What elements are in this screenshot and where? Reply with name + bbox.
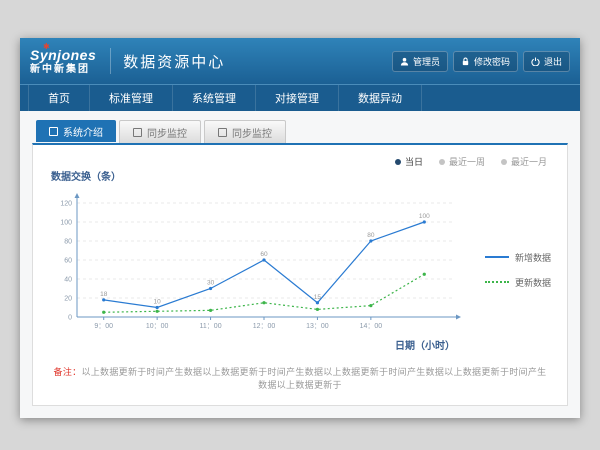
page-title: 数据资源中心 — [110, 48, 225, 74]
tab-icon — [218, 128, 227, 137]
svg-text:15: 15 — [314, 294, 322, 301]
svg-text:40: 40 — [64, 277, 72, 284]
tab-label: 同步监控 — [147, 125, 187, 140]
chart-row: 0 20 40 60 80 100 120 9：00 10：00 11：00 12：00 13：00 1… — [47, 187, 553, 352]
logo-star-icon: ✱ — [43, 43, 50, 51]
tab-label: 同步监控 — [232, 125, 272, 140]
svg-text:11：00: 11：00 — [200, 323, 222, 330]
solid-line-icon — [485, 256, 509, 258]
filter-label: 当日 — [405, 155, 423, 168]
x-axis-title: 日期（小时） — [47, 337, 455, 352]
svg-text:10：00: 10：00 — [146, 323, 169, 330]
nav-item-system-mgmt[interactable]: 系统管理 — [173, 85, 256, 111]
logout-label: 退出 — [544, 55, 562, 68]
legend-label: 新增数据 — [515, 251, 551, 264]
nav-item-data-change[interactable]: 数据异动 — [339, 85, 422, 111]
remark-label: 备注： — [54, 367, 82, 377]
tab-sync-monitor-2[interactable]: 同步监控 — [204, 120, 286, 143]
svg-text:60: 60 — [64, 258, 72, 265]
change-password-button[interactable]: 修改密码 — [453, 51, 518, 72]
tab-system-intro[interactable]: 系统介绍 — [36, 120, 116, 142]
dotted-line-icon — [485, 281, 509, 283]
svg-text:9：00: 9：00 — [94, 323, 113, 330]
tab-bar: 系统介绍 同步监控 同步监控 — [32, 120, 568, 143]
svg-text:100: 100 — [419, 213, 430, 220]
legend-item-new-data: 新增数据 — [485, 251, 551, 264]
svg-text:60: 60 — [260, 251, 268, 258]
legend-label: 更新数据 — [515, 276, 551, 289]
tab-sync-monitor-1[interactable]: 同步监控 — [119, 120, 201, 143]
content-area: 系统介绍 同步监控 同步监控 当日 最近一周 — [20, 111, 580, 418]
y-axis-title: 数据交换（条） — [51, 168, 553, 183]
bullet-icon — [439, 159, 445, 165]
svg-text:13：00: 13：00 — [306, 323, 329, 330]
chart-column: 0 20 40 60 80 100 120 9：00 10：00 11：00 12：00 13：00 1… — [47, 187, 469, 352]
remark-note: 备注：以上数据更新于时间产生数据以上数据更新于时间产生数据以上数据更新于时间产生… — [47, 359, 553, 397]
range-filter-legend: 当日 最近一周 最近一月 — [47, 155, 547, 168]
tab-label: 系统介绍 — [63, 124, 103, 139]
app-header: ✱ Synjones 新中新集团 数据资源中心 管理员 修改密码 退出 — [20, 38, 580, 84]
tab-icon — [49, 127, 58, 136]
company-logo: ✱ Synjones 新中新集团 — [30, 48, 96, 75]
svg-text:10: 10 — [154, 299, 162, 306]
svg-text:0: 0 — [68, 315, 72, 322]
svg-text:12：00: 12：00 — [253, 323, 276, 330]
nav-item-connection-mgmt[interactable]: 对接管理 — [256, 85, 339, 111]
svg-text:20: 20 — [64, 296, 72, 303]
admin-user-label: 管理员 — [413, 55, 440, 68]
logo-text: Synjones — [30, 48, 96, 62]
bullet-icon — [395, 159, 401, 165]
svg-text:18: 18 — [100, 291, 108, 298]
admin-user-button[interactable]: 管理员 — [392, 51, 448, 72]
filter-today[interactable]: 当日 — [395, 155, 423, 168]
svg-text:80: 80 — [367, 232, 375, 239]
svg-text:30: 30 — [207, 280, 215, 287]
svg-text:14：00: 14：00 — [360, 323, 383, 330]
svg-text:100: 100 — [60, 220, 72, 227]
bullet-icon — [501, 159, 507, 165]
legend-item-updated-data: 更新数据 — [485, 276, 551, 289]
filter-label: 最近一月 — [511, 155, 547, 168]
logo-subtitle: 新中新集团 — [30, 65, 96, 75]
chart-panel: 当日 最近一周 最近一月 数据交换（条） 0 20 40 60 80 100 120 9：00… — [32, 143, 568, 406]
nav-item-home[interactable]: 首页 — [28, 85, 90, 111]
chart-svg: 0 20 40 60 80 100 120 9：00 10：00 11：00 12：00 13：00 1… — [47, 187, 467, 337]
change-password-label: 修改密码 — [474, 55, 510, 68]
tab-icon — [133, 128, 142, 137]
svg-text:80: 80 — [64, 239, 72, 246]
filter-last-week[interactable]: 最近一周 — [439, 155, 485, 168]
app-window: ✱ Synjones 新中新集团 数据资源中心 管理员 修改密码 退出 首页 — [20, 38, 580, 418]
series-legend: 新增数据 更新数据 — [485, 251, 551, 289]
nav-item-standard-mgmt[interactable]: 标准管理 — [90, 85, 173, 111]
logout-button[interactable]: 退出 — [523, 51, 570, 72]
lock-icon — [461, 57, 470, 66]
user-icon — [400, 57, 409, 66]
main-nav: 首页 标准管理 系统管理 对接管理 数据异动 — [20, 84, 580, 111]
filter-last-month[interactable]: 最近一月 — [501, 155, 547, 168]
remark-text: 以上数据更新于时间产生数据以上数据更新于时间产生数据以上数据更新于时间产生数据以… — [81, 367, 546, 390]
filter-label: 最近一周 — [449, 155, 485, 168]
logout-icon — [531, 57, 540, 66]
svg-text:120: 120 — [60, 201, 72, 208]
